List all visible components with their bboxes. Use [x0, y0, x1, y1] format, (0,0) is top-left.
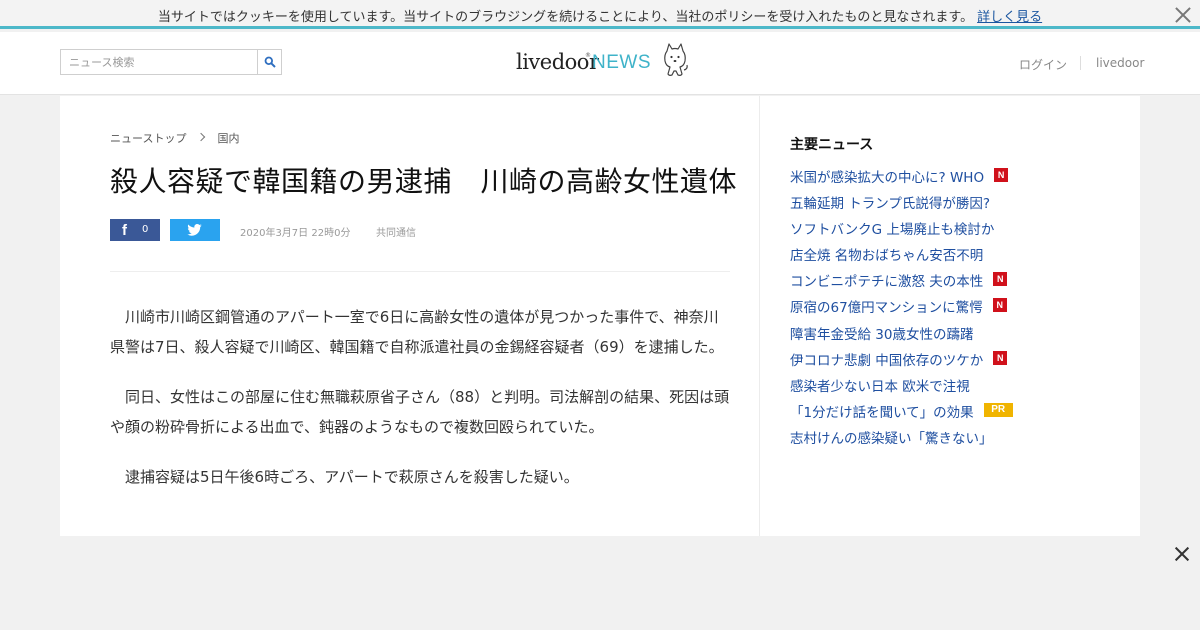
new-badge: N: [992, 298, 1007, 313]
news-item[interactable]: 志村けんの感染疑い「驚きない」: [790, 427, 1013, 453]
news-item-label: 米国が感染拡大の中心に? WHO: [790, 170, 985, 186]
news-item[interactable]: 「1分だけ話を聞いて」の効果 PR: [790, 401, 1013, 427]
article-column: ニューストップ 国内 殺人容疑で韓国籍の男逮捕 川崎の高齢女性遺体 f 0 20…: [60, 96, 760, 536]
news-item-label: 店全焼 名物おばちゃん安否不明: [790, 248, 984, 265]
article-paragraph: 逮捕容疑は5日午後6時ごろ、アパートで萩原さんを殺害した疑い。: [125, 468, 579, 486]
dog-mascot-icon: [664, 43, 688, 76]
search-button[interactable]: [257, 50, 281, 74]
news-item[interactable]: ソフトバンクG 上場廃止も検討か: [790, 218, 1013, 244]
article-divider: [110, 271, 730, 272]
breadcrumb: ニューストップ 国内: [110, 130, 239, 146]
news-item[interactable]: コンビニポテチに激怒 夫の本性 N: [790, 270, 1013, 296]
new-badge: N: [994, 168, 1009, 182]
login-link[interactable]: ログイン: [1019, 56, 1067, 73]
news-item-label: コンビニポテチに激怒 夫の本性: [790, 274, 984, 291]
news-item[interactable]: 米国が感染拡大の中心に? WHO N: [790, 166, 1013, 192]
news-item[interactable]: 五輪延期 トランプ氏説得が勝因?: [790, 192, 1013, 218]
news-item-label: 志村けんの感染疑い「驚きない」: [790, 430, 993, 447]
facebook-share-button[interactable]: f 0: [110, 219, 160, 241]
article-source[interactable]: 共同通信: [376, 224, 416, 239]
news-item[interactable]: 感染者少ない日本 欧米で注視: [790, 375, 1013, 401]
news-item[interactable]: 店全焼 名物おばちゃん安否不明: [790, 244, 1013, 270]
article-title: 殺人容疑で韓国籍の男逮捕 川崎の高齢女性遺体: [110, 165, 738, 198]
breadcrumb-category[interactable]: 国内: [217, 130, 239, 146]
news-item[interactable]: 伊コロナ悲劇 中国依存のツケか N: [790, 349, 1013, 375]
article-body: 川崎市川崎区鋼管通のアパート一室で6日に高齢女性の遺体が見つかった事件で、神奈川…: [110, 302, 730, 512]
cookie-banner: 当サイトではクッキーを使用しています。当サイトのブラウジングを続けることにより、…: [0, 0, 1200, 29]
article-date: 2020年3月7日 22時0分: [240, 228, 351, 239]
content-area: ニューストップ 国内 殺人容疑で韓国籍の男逮捕 川崎の高齢女性遺体 f 0 20…: [60, 96, 1140, 536]
bottom-ad-overlay: [0, 536, 1200, 630]
site-header: livedoor ® NEWS ログイン livedoor: [0, 32, 1200, 95]
site-logo[interactable]: livedoor ® NEWS: [516, 42, 696, 84]
search-box: [60, 49, 282, 75]
twitter-share-button[interactable]: [170, 219, 220, 241]
new-badge: N: [993, 350, 1008, 365]
breadcrumb-news-top[interactable]: ニューストップ: [110, 130, 186, 146]
news-item-label: 「1分だけ話を聞いて」の効果: [790, 404, 974, 421]
main-news-list: 米国が感染拡大の中心に? WHO N 五輪延期 トランプ氏説得が勝因? ソフトバン…: [790, 166, 1013, 453]
article-paragraph: 川崎市川崎区鋼管通のアパート一室で6日に高齢女性の遺体が見つかった事件で、神奈川…: [110, 308, 724, 356]
new-badge: N: [993, 272, 1008, 287]
news-item-label: ソフトバンクG 上場廃止も検討か: [790, 222, 995, 239]
cookie-banner-text: 当サイトではクッキーを使用しています。当サイトのブラウジングを続けることにより、…: [0, 6, 1200, 25]
article-paragraph: 同日、女性はこの部屋に住む無職萩原省子さん（88）と判明。司法解剖の結果、死因は…: [110, 388, 730, 436]
livedoor-link[interactable]: livedoor: [1096, 56, 1144, 70]
news-item-label: 伊コロナ悲劇 中国依存のツケか: [790, 352, 984, 369]
close-icon[interactable]: [1173, 5, 1193, 25]
news-item-label: 障害年金受給 30歳女性の躊躇: [790, 326, 974, 343]
logo-registered-mark: ®: [585, 52, 591, 59]
chevron-right-icon: [196, 132, 206, 142]
close-icon[interactable]: [1172, 544, 1192, 564]
news-item[interactable]: 障害年金受給 30歳女性の躊躇: [790, 323, 1013, 349]
main-news-heading: 主要ニュース: [790, 137, 874, 153]
news-item-label: 五輪延期 トランプ氏説得が勝因?: [790, 196, 991, 213]
pr-badge: PR: [983, 402, 1013, 417]
twitter-icon: [187, 224, 202, 236]
news-item[interactable]: 原宿の67億円マンションに驚愕 N: [790, 296, 1013, 322]
header-divider: [1080, 56, 1081, 70]
sidebar: 主要ニュース 米国が感染拡大の中心に? WHO N 五輪延期 トランプ氏説得が勝因…: [790, 96, 1110, 536]
facebook-icon: f: [122, 222, 127, 239]
cookie-details-link[interactable]: 詳しく見る: [977, 10, 1042, 25]
news-item-label: 原宿の67億円マンションに驚愕: [790, 300, 983, 317]
search-icon: [264, 56, 276, 68]
facebook-share-count: 0: [142, 224, 149, 235]
news-item-label: 感染者少ない日本 欧米で注視: [790, 378, 970, 395]
cookie-message: 当サイトではクッキーを使用しています。当サイトのブラウジングを続けることにより、…: [157, 10, 974, 25]
logo-news: NEWS: [592, 52, 651, 73]
search-input[interactable]: [61, 50, 257, 74]
